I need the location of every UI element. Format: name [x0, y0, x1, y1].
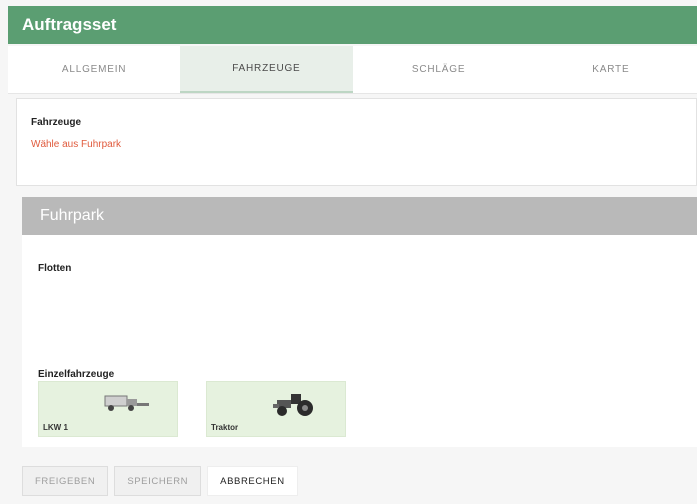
button-bar: FREIGEBEN SPEICHERN ABBRECHEN	[22, 466, 298, 500]
tab-fahrzeuge[interactable]: FAHRZEUGE	[180, 46, 353, 93]
vehicles-label: Fahrzeuge	[31, 117, 82, 128]
tab-allgemein[interactable]: ALLGEMEIN	[8, 46, 180, 93]
tab-bar: ALLGEMEIN FAHRZEUGE SCHLÄGE KARTE	[8, 46, 697, 94]
vehicles-card: Fahrzeuge Wähle aus Fuhrpark	[16, 98, 697, 186]
app-root: Auftragsset ALLGEMEIN FAHRZEUGE SCHLÄGE …	[0, 0, 697, 504]
vehicle-card-lkw[interactable]: LKW 1	[38, 381, 178, 437]
release-button[interactable]: FREIGEBEN	[22, 466, 109, 496]
fleets-label: Flotten	[38, 263, 72, 274]
select-from-fleet-link[interactable]: Wähle aus Fuhrpark	[31, 139, 121, 150]
vehicle-name: LKW 1	[43, 423, 68, 432]
save-button[interactable]: SPEICHERN	[114, 466, 202, 496]
fuhrpark-header: Fuhrpark	[22, 197, 697, 235]
tab-schlaege[interactable]: SCHLÄGE	[353, 46, 525, 93]
page-title: Auftragsset	[8, 6, 697, 44]
vehicle-card-traktor[interactable]: Traktor	[206, 381, 346, 437]
cancel-button[interactable]: ABBRECHEN	[207, 466, 298, 496]
vehicle-name: Traktor	[211, 423, 239, 432]
single-vehicles-label: Einzelfahrzeuge	[38, 369, 115, 380]
fuhrpark-panel: Flotten Einzelfahrzeuge LKW 1 Traktor	[22, 235, 697, 447]
tab-karte[interactable]: KARTE	[525, 46, 697, 93]
